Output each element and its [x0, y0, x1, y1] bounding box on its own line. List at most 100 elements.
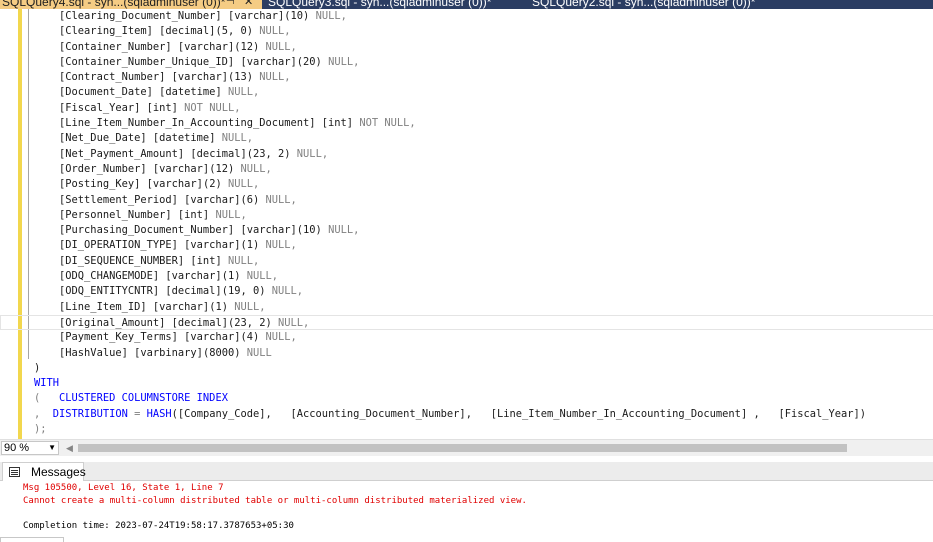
column-size: (5, 0) — [215, 25, 253, 38]
scroll-thumb[interactable] — [78, 444, 847, 452]
column-definition-line: [HashValue] [varbinary](8000) NULL — [34, 346, 933, 361]
column-nullability: NULL, — [328, 55, 360, 68]
column-definition-line: [Line_Item_Number_In_Accounting_Document… — [34, 116, 933, 131]
column-definition-line: [Contract_Number] [varchar](13) NULL, — [34, 70, 933, 85]
column-definition-line: [Posting_Key] [varchar](2) NULL, — [34, 177, 933, 192]
column-nullability: NULL, — [265, 40, 297, 53]
column-nullability: NULL, — [265, 331, 297, 344]
column-type: [varchar] — [146, 178, 203, 191]
column-definition-line: [DI_SEQUENCE_NUMBER] [int] NULL, — [34, 254, 933, 269]
column-name: [Clearing_Document_Number] — [59, 10, 222, 22]
column-size: (1) — [221, 270, 241, 283]
results-zoom-box[interactable] — [0, 537, 64, 542]
column-size: (20) — [296, 55, 322, 68]
column-nullability: NULL, — [240, 162, 272, 175]
column-name: [Line_Item_ID] — [59, 300, 147, 313]
column-definition-line: [Payment_Key_Terms] [varchar](4) NULL, — [34, 330, 933, 345]
hash-arguments: ([Company_Code], [Accounting_Document_Nu… — [171, 407, 867, 420]
column-nullability: NOT NULL, — [359, 117, 416, 130]
column-type: [int] — [177, 208, 210, 221]
column-definition-line: [Net_Payment_Amount] [decimal](23, 2) NU… — [34, 147, 933, 162]
equals: = — [127, 407, 147, 420]
column-type: [decimal] — [171, 316, 228, 329]
column-definition-line: [Order_Number] [varchar](12) NULL, — [34, 162, 933, 177]
column-definition-line: [Personnel_Number] [int] NULL, — [34, 208, 933, 223]
column-definition-line: [Container_Number_Unique_ID] [varchar](2… — [34, 55, 933, 70]
tab-label: SQLQuery4.sql - syn...(sqladminuser (0))… — [2, 0, 226, 9]
column-size: (23, 2) — [246, 147, 291, 160]
column-name: [Settlement_Period] — [59, 193, 178, 206]
column-type: [varbinary] — [134, 346, 203, 359]
column-definition-line: [Settlement_Period] [varchar](6) NULL, — [34, 193, 933, 208]
code-line-with: WITH — [34, 376, 933, 391]
messages-pane[interactable]: Msg 105500, Level 16, State 1, Line 7 Ca… — [0, 481, 933, 542]
column-name: [Net_Due_Date] — [59, 132, 147, 145]
column-nullability: NULL, — [278, 316, 310, 329]
column-size: (12) — [209, 162, 235, 175]
column-size: (8000) — [202, 346, 241, 359]
column-name: [Line_Item_Number_In_Accounting_Document… — [59, 117, 316, 130]
column-type: [varchar] — [240, 55, 297, 68]
column-nullability: NULL, — [265, 239, 297, 252]
query-editor[interactable]: [Clearing_Document_Number] [varchar](10)… — [0, 9, 933, 439]
column-nullability: NULL, — [227, 86, 260, 99]
column-nullability: NULL, — [259, 71, 291, 84]
column-name: [DI_SEQUENCE_NUMBER] — [59, 254, 185, 267]
chevron-down-icon[interactable]: ▼ — [48, 442, 56, 454]
messages-tab-label: Messages — [31, 465, 86, 479]
column-type: [decimal] — [190, 147, 247, 160]
code-line-close-paren: ) — [34, 361, 933, 376]
column-name: [Personnel_Number] — [59, 208, 172, 221]
clustered-columnstore-keyword: CLUSTERED COLUMNSTORE INDEX — [59, 392, 228, 405]
column-type: [decimal] — [165, 285, 222, 298]
column-nullability: NOT NULL, — [184, 101, 241, 114]
column-size: (23, 2) — [227, 316, 272, 329]
column-name: [Payment_Key_Terms] — [59, 331, 178, 344]
column-size: (12) — [234, 40, 260, 53]
code-line-end: ); — [34, 422, 933, 437]
column-nullability: NULL, — [259, 25, 291, 38]
statement-end: ); — [34, 423, 47, 436]
column-nullability: NULL, — [227, 178, 260, 191]
column-name: [Document_Date] — [59, 86, 153, 99]
column-type: [varchar] — [177, 40, 235, 53]
scroll-left-icon[interactable]: ◀ — [66, 443, 73, 454]
column-size: (6) — [240, 193, 260, 206]
column-nullability: NULL, — [234, 300, 266, 313]
column-definition-line: [Clearing_Item] [decimal](5, 0) NULL, — [34, 24, 933, 39]
zoom-dropdown[interactable]: 90 % ▼ — [1, 441, 59, 455]
document-tab-strip: SQLQuery4.sql - syn...(sqladminuser (0))… — [0, 0, 933, 9]
column-nullability: NULL — [246, 346, 272, 359]
column-definition-line: [Net_Due_Date] [datetime] NULL, — [34, 131, 933, 146]
column-type: [datetime] — [159, 86, 222, 99]
tab-sqlquery2[interactable]: SQLQuery2.sql - syn...(sqladminuser (0))… — [532, 0, 755, 9]
tab-sqlquery4[interactable]: SQLQuery4.sql - syn...(sqladminuser (0))… — [0, 0, 262, 9]
editor-horizontal-scrollbar[interactable]: 90 % ▼ ◀ — [0, 439, 933, 456]
column-definition-line: [Line_Item_ID] [varchar](1) NULL, — [34, 300, 933, 315]
pin-icon[interactable]: ⊣ — [226, 0, 235, 9]
column-nullability: NULL, — [328, 224, 360, 237]
column-definition-line: [Document_Date] [datetime] NULL, — [34, 85, 933, 100]
column-size: (13) — [227, 71, 253, 84]
column-definition-line: [Purchasing_Document_Number] [varchar](1… — [34, 223, 933, 238]
column-type: [varchar] — [152, 162, 210, 175]
code-line-distribution: , DISTRIBUTION = HASH([Company_Code], [A… — [34, 407, 933, 422]
tab-sqlquery3[interactable]: SQLQuery3.sql - syn...(sqladminuser (0))… — [268, 0, 491, 9]
column-nullability: NULL, — [265, 193, 297, 206]
tab-messages[interactable]: Messages — [2, 462, 86, 481]
column-name: [ODQ_ENTITYCNTR] — [59, 285, 160, 298]
column-definition-line: [ODQ_CHANGEMODE] [varchar](1) NULL, — [34, 269, 933, 284]
column-size: (2) — [202, 178, 222, 191]
column-definition-line: [ODQ_ENTITYCNTR] [decimal](19, 0) NULL, — [34, 284, 933, 299]
column-name: [Fiscal_Year] — [59, 101, 141, 114]
column-nullability: NULL, — [315, 10, 347, 22]
column-type: [varchar] — [184, 193, 241, 206]
results-tab-bar: Messages — [0, 462, 933, 481]
column-name: [ODQ_CHANGEMODE] — [59, 270, 160, 283]
change-tracking-bar — [18, 9, 22, 439]
column-name: [Posting_Key] — [59, 178, 141, 191]
code-area[interactable]: [Clearing_Document_Number] [varchar](10)… — [0, 9, 933, 437]
close-icon[interactable]: ✕ — [244, 0, 253, 9]
column-type: [int] — [190, 254, 222, 267]
error-message-text: Cannot create a multi-column distributed… — [23, 496, 527, 506]
